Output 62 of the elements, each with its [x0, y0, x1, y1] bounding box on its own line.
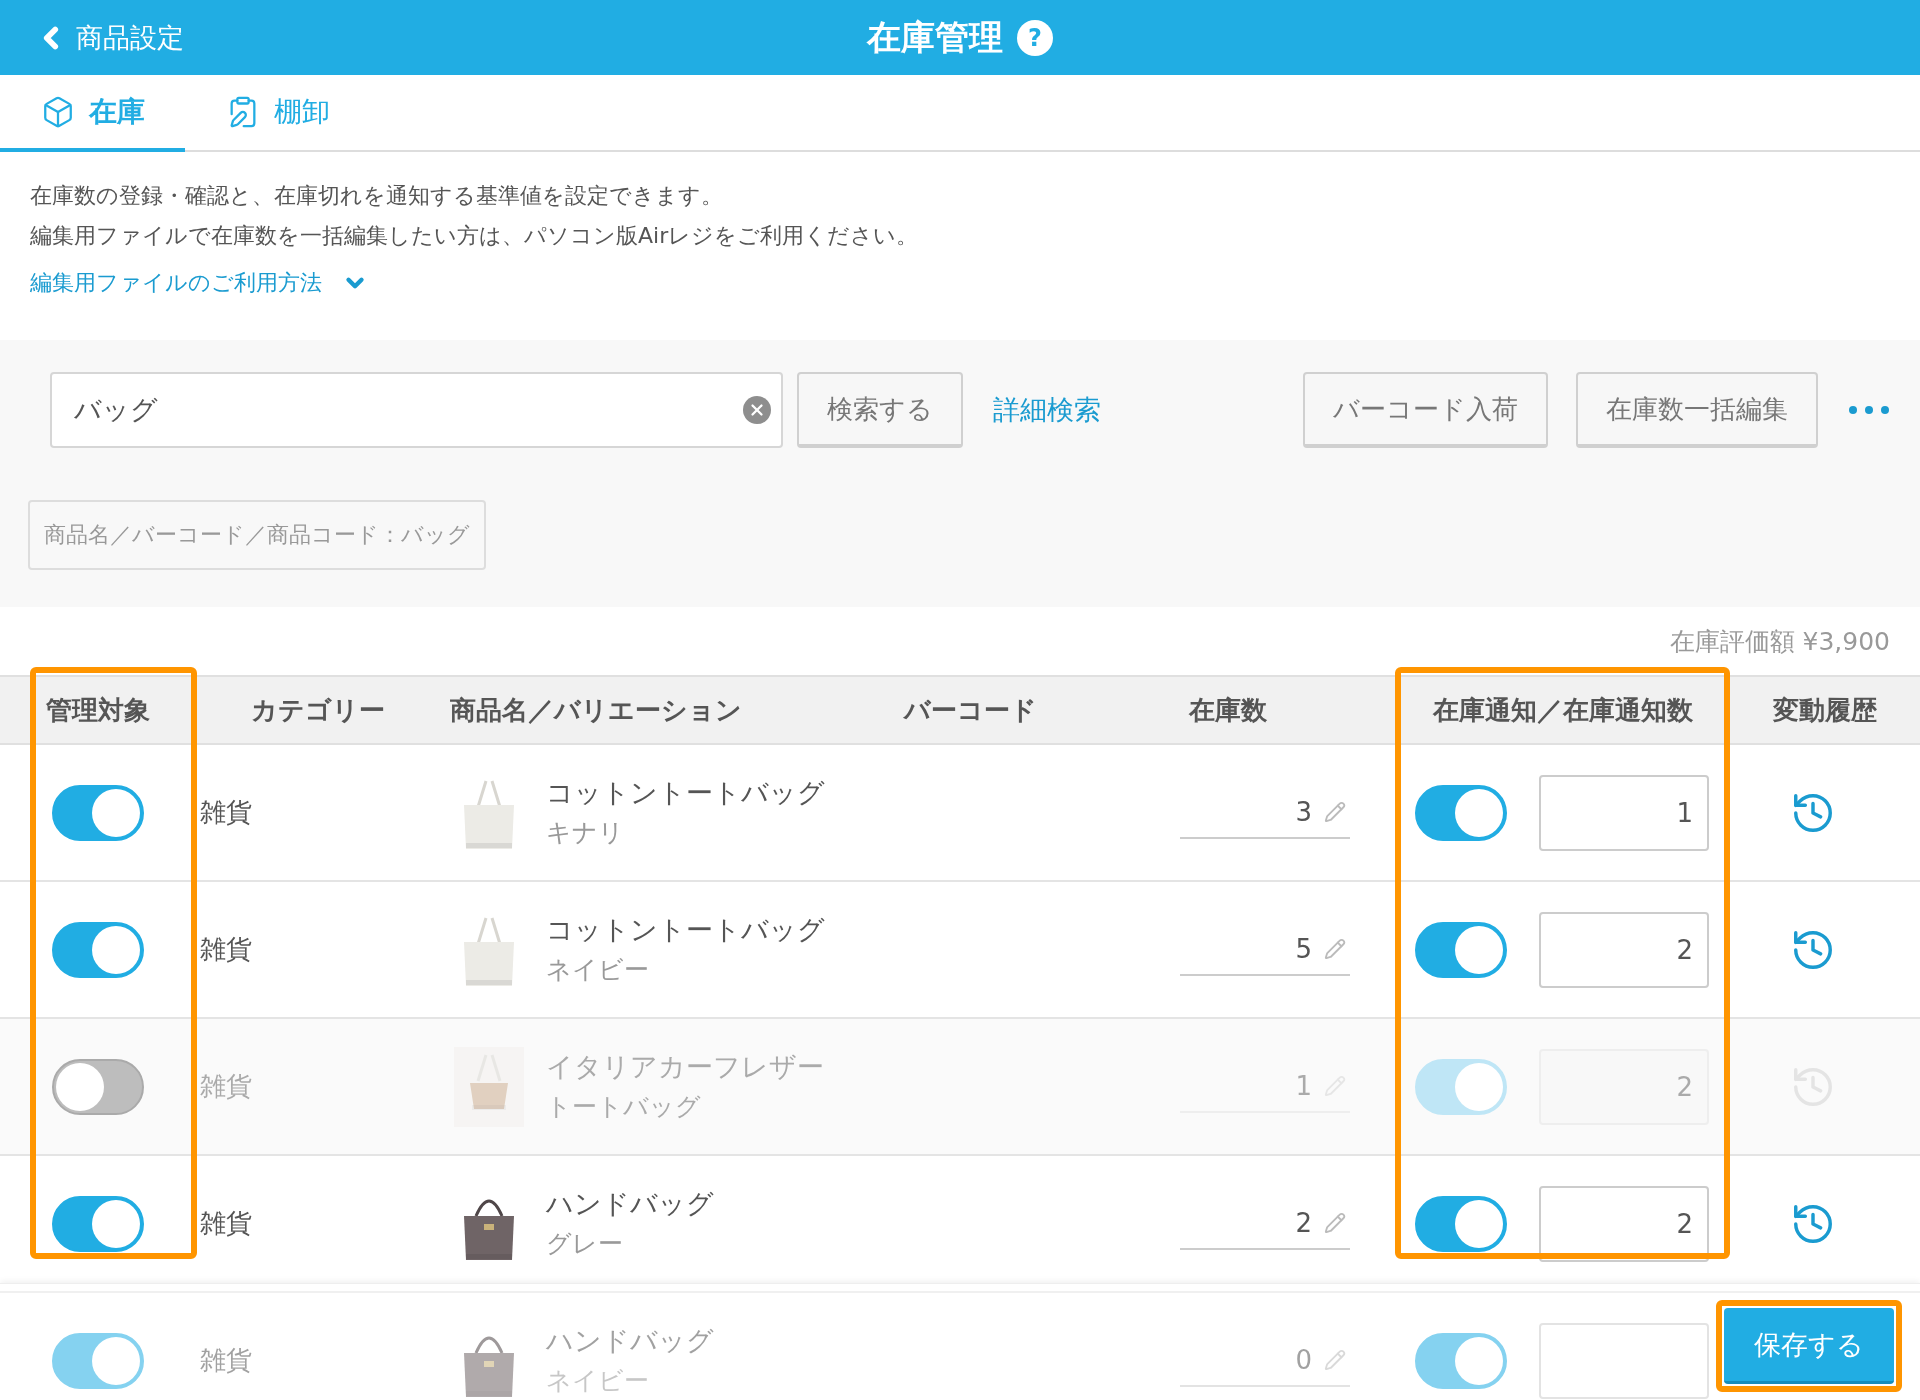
variant-name: トートバッグ: [546, 1090, 702, 1123]
category-text: 雑貨: [199, 1070, 252, 1103]
column-header: 在庫通知／在庫通知数: [1431, 693, 1694, 727]
product-name: コットントートバッグ: [546, 775, 825, 810]
toggle-switch[interactable]: [1415, 784, 1507, 841]
stock-field[interactable]: 3: [1180, 786, 1350, 839]
pencil-icon: [1324, 937, 1346, 960]
valuation-text: 在庫評価額 ¥3,900: [1668, 625, 1891, 658]
tab[interactable]: 在庫: [0, 75, 185, 152]
toggle-switch[interactable]: [51, 921, 144, 978]
toggle-switch[interactable]: [51, 1058, 144, 1115]
toggle-switch[interactable]: [1415, 1195, 1507, 1252]
tab[interactable]: 棚卸: [185, 75, 370, 152]
help-link[interactable]: 編集用ファイルのご利用方法: [30, 268, 368, 298]
back-link[interactable]: 商品設定: [34, 0, 184, 75]
stock-field[interactable]: 5: [1180, 923, 1350, 976]
notify-count-field[interactable]: 2: [1539, 911, 1709, 988]
page-title: 在庫管理: [867, 15, 1003, 59]
category-text: 雑貨: [199, 933, 252, 966]
save-button[interactable]: 保存する: [1724, 1308, 1894, 1384]
toggle-switch[interactable]: [51, 1195, 144, 1252]
description-text: 編集用ファイルで在庫数を一括編集したい方は、パソコン版Airレジをご利用ください。: [30, 222, 920, 250]
variant-name: キナリ: [546, 816, 625, 849]
column-header: 管理対象: [44, 693, 151, 727]
description-text: 在庫数の登録・確認と、在庫切れを通知する基準値を設定できます。: [30, 182, 724, 210]
search-field[interactable]: バッグ: [50, 372, 783, 448]
notify-count-field[interactable]: 2: [1539, 1048, 1709, 1125]
advanced-search-link[interactable]: 詳細検索: [993, 392, 1101, 428]
variant-name: グレー: [546, 1227, 624, 1260]
column-header: カテゴリー: [249, 693, 386, 727]
help-button[interactable]: ?: [1017, 19, 1053, 56]
column-header: 変動履歴: [1772, 693, 1878, 727]
notify-count-field[interactable]: [1539, 1322, 1709, 1399]
filter-chip: 商品名／バーコード／商品コード：バッグ: [28, 500, 486, 570]
variant-name: ネイビー: [546, 1364, 650, 1397]
pencil-icon: [1324, 1348, 1346, 1371]
product-name: ハンドバッグ: [546, 1186, 714, 1221]
stock-field[interactable]: 1: [1180, 1060, 1350, 1113]
pencil-icon: [1324, 1211, 1346, 1234]
toggle-switch[interactable]: [51, 1332, 144, 1389]
column-header: バーコード: [902, 693, 1038, 727]
toggle-switch[interactable]: [1415, 921, 1507, 978]
variant-name: ネイビー: [546, 953, 650, 986]
category-text: 雑貨: [199, 1207, 252, 1240]
stock-field[interactable]: 0: [1180, 1334, 1350, 1387]
toggle-switch[interactable]: [1415, 1332, 1507, 1389]
action-button[interactable]: 在庫数一括編集: [1576, 372, 1818, 448]
notify-count-field[interactable]: 1: [1539, 774, 1709, 851]
product-name: ハンドバッグ: [546, 1323, 714, 1358]
category-text: 雑貨: [199, 796, 252, 829]
product-name: イタリアカーフレザー: [546, 1049, 824, 1084]
search-button[interactable]: 検索する: [797, 372, 963, 448]
column-header: 商品名／バリエーション: [449, 693, 743, 727]
more-icon[interactable]: [1848, 405, 1890, 415]
action-button[interactable]: バーコード入荷: [1303, 372, 1548, 448]
notify-count-field[interactable]: 2: [1539, 1185, 1709, 1262]
toggle-switch[interactable]: [51, 784, 144, 841]
column-header: 在庫数: [1187, 693, 1268, 727]
pencil-icon: [1324, 800, 1346, 823]
stock-field[interactable]: 2: [1180, 1197, 1350, 1250]
category-text: 雑貨: [199, 1344, 252, 1377]
product-name: コットントートバッグ: [546, 912, 825, 947]
